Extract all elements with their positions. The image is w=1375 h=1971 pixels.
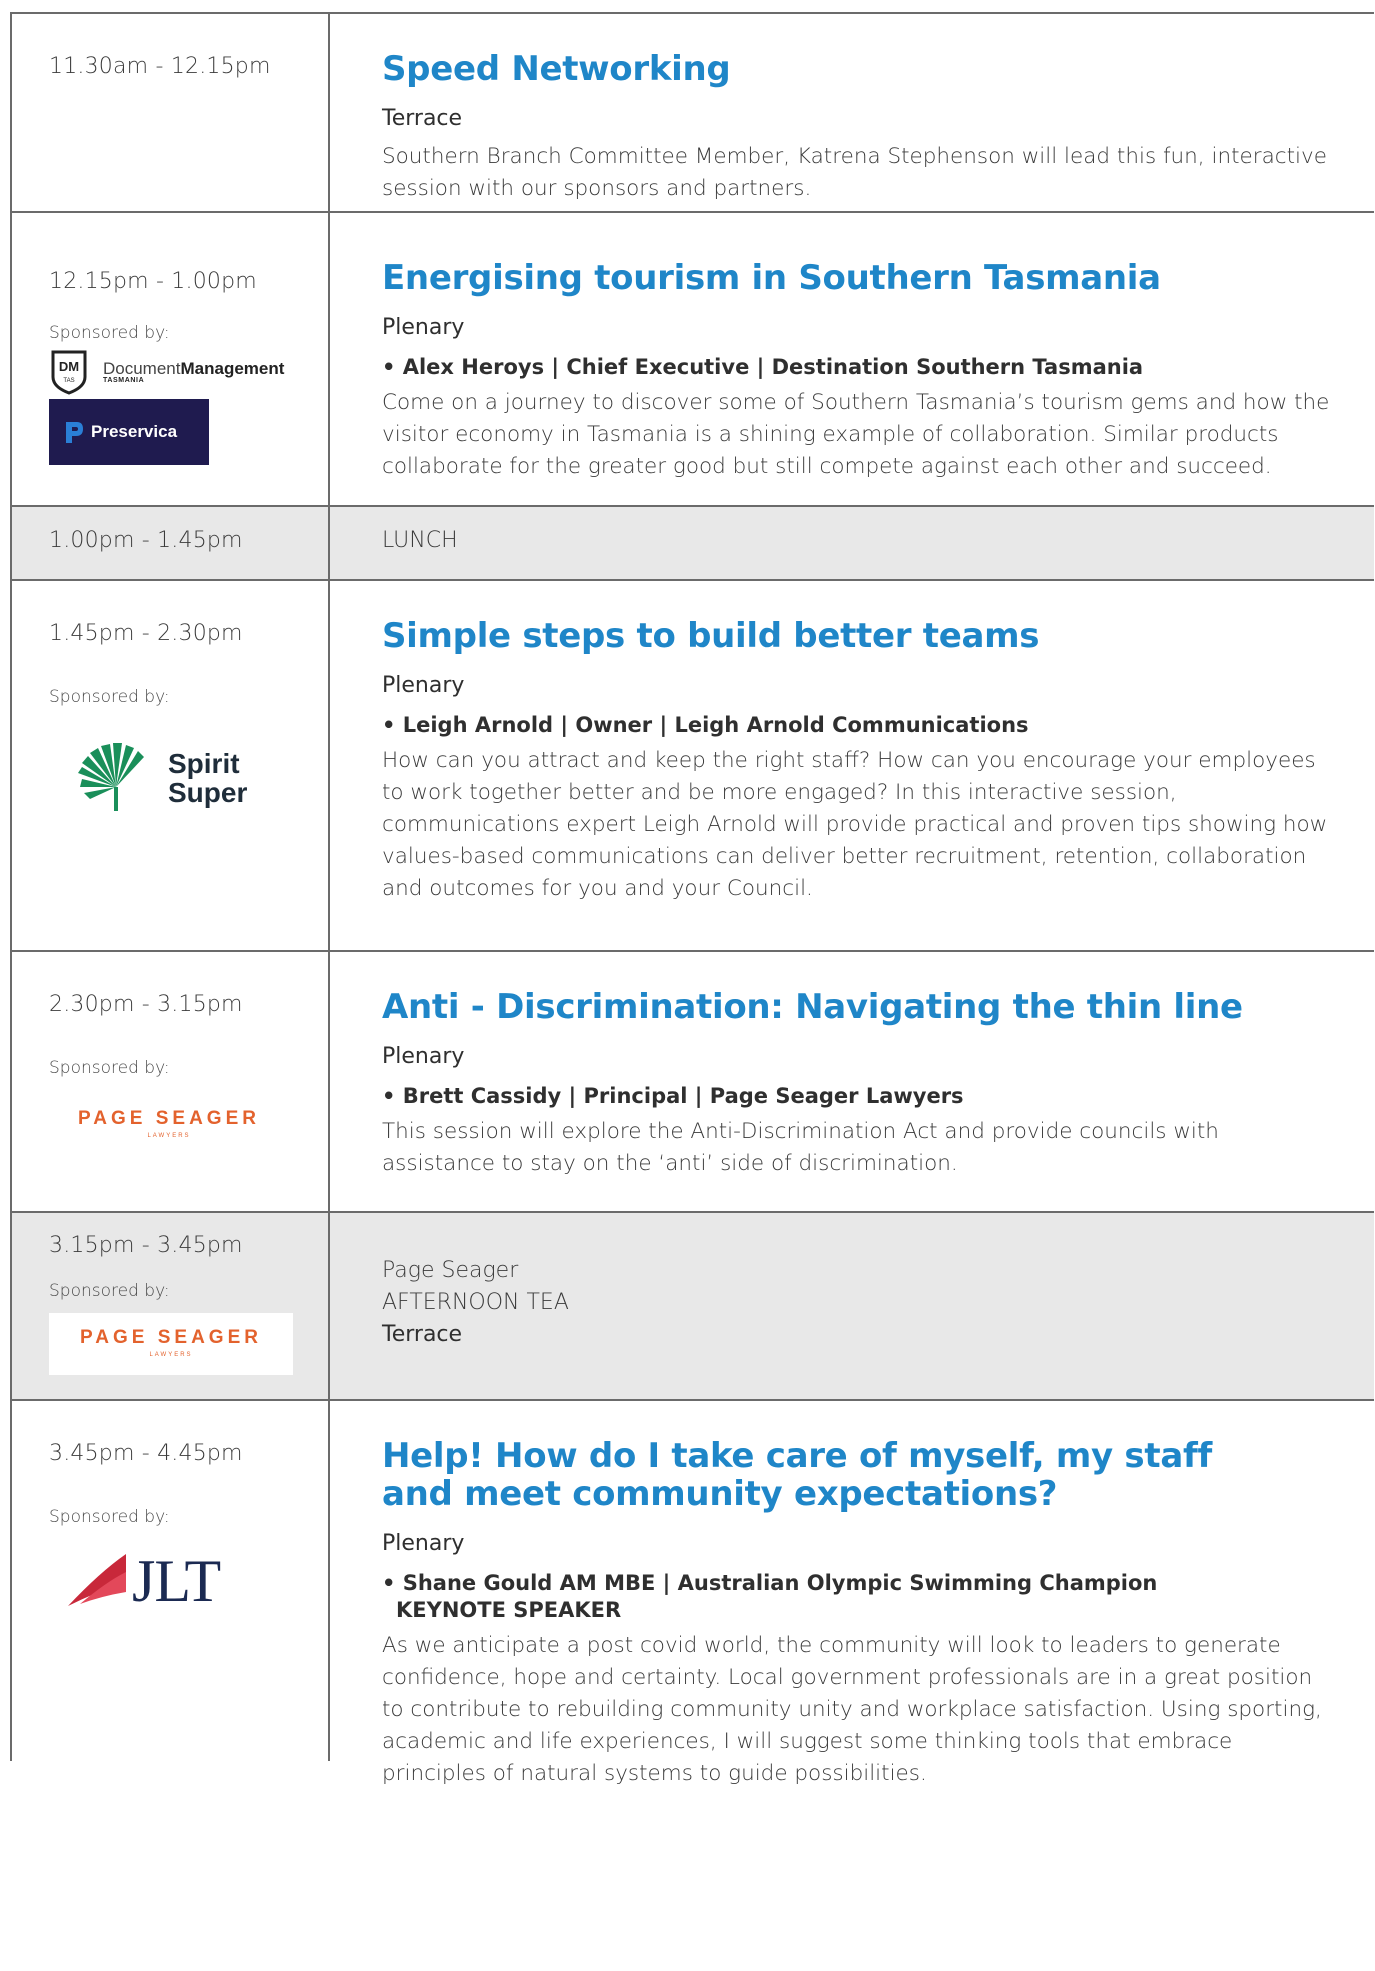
session-time: 3.45pm - 4.45pm [49,1441,243,1466]
page-seager-logo: PAGE SEAGER LAWYERS [78,1108,260,1139]
sponsored-by-label: Sponsored by: [49,1507,170,1527]
time-column: 11.30am - 12.15pm [12,14,330,211]
session-venue: Plenary [382,1044,465,1069]
sponsored-by-label: Sponsored by: [49,687,170,707]
session-title: Anti - Discrimination: Navigating the th… [382,987,1243,1027]
session-description: Come on a journey to discover some of So… [382,390,1330,479]
session-row: 11.30am - 12.15pm Speed Networking Terra… [10,14,1374,213]
break-row: 1.00pm - 1.45pm LUNCH [10,507,1374,581]
break-content: LUNCH [382,507,1374,553]
session-content: Simple steps to build better teams Plena… [382,581,1374,905]
session-venue: Terrace [382,106,463,131]
session-description: This session will explore the Anti-Discr… [382,1119,1219,1176]
session-venue: Plenary [382,1531,465,1556]
time-column: 2.30pm - 3.15pm Sponsored by: [12,952,330,1211]
time-column: 1.00pm - 1.45pm [12,507,330,579]
break-venue: Terrace [382,1322,463,1347]
session-row: 12.15pm - 1.00pm Sponsored by: DM TAS Do… [10,213,1374,507]
spirit-super-logo: Spirit Super [76,743,247,813]
spirit-super-wordmark: Spirit Super [168,748,248,808]
session-time: 12.15pm - 1.00pm [49,269,257,294]
session-time: 11.30am - 12.15pm [49,54,271,79]
session-title: Help! How do I take care of myself, my s… [382,1436,1212,1514]
session-description: Southern Branch Committee Member, Katren… [382,144,1327,201]
sponsored-by-label: Sponsored by: [49,1058,170,1078]
session-venue: Plenary [382,315,465,340]
svg-text:TAS: TAS [63,378,74,384]
svg-text:DM: DM [59,359,79,374]
session-time: 1.00pm - 1.45pm [49,528,243,553]
session-speaker: • Shane Gould AM MBE | Australian Olympi… [382,1571,1158,1595]
dm-logo-wordmark: DocumentManagement TASMANIA [103,358,285,384]
dm-shield-icon: DM TAS [49,349,89,395]
session-speaker: • Leigh Arnold | Owner | Leigh Arnold Co… [382,713,1029,737]
break-label: AFTERNOON TEA [382,1290,569,1315]
spirit-fan-icon [78,743,144,811]
session-time: 3.15pm - 3.45pm [49,1233,243,1258]
session-title: Simple steps to build better teams [382,616,1040,656]
keynote-label: KEYNOTE SPEAKER [396,1598,622,1622]
session-speaker: • Alex Heroys | Chief Executive | Destin… [382,355,1144,379]
program-table: 11.30am - 12.15pm Speed Networking Terra… [10,12,1374,1786]
session-content: Speed Networking Terrace Southern Branch… [382,14,1374,205]
session-row: 3.45pm - 4.45pm Sponsored by: JLT Help! … [10,1401,1374,1786]
preservica-icon [66,422,83,443]
break-row: 3.15pm - 3.45pm Sponsored by: PAGE SEAGE… [10,1213,1374,1401]
session-title: Speed Networking [382,49,731,89]
session-title: Energising tourism in Southern Tasmania [382,258,1161,298]
jlt-sail-icon [68,1554,126,1606]
break-content: Page Seager AFTERNOON TEA Terrace [382,1213,1374,1351]
sponsored-by-label: Sponsored by: [49,323,170,343]
session-row: 2.30pm - 3.15pm Sponsored by: PAGE SEAGE… [10,952,1374,1213]
break-sponsor-name: Page Seager [382,1258,519,1283]
break-label: LUNCH [382,528,458,553]
session-content: Help! How do I take care of myself, my s… [382,1401,1374,1790]
session-time: 1.45pm - 2.30pm [49,621,243,646]
session-content: Anti - Discrimination: Navigating the th… [382,952,1374,1180]
preservica-logo: Preservica [49,399,209,465]
sponsored-by-label: Sponsored by: [49,1281,170,1301]
session-speaker: • Brett Cassidy | Principal | Page Seage… [382,1084,964,1108]
session-description: How can you attract and keep the right s… [382,748,1328,901]
session-venue: Plenary [382,673,465,698]
jlt-logo: JLT [66,1551,221,1611]
session-row: 1.45pm - 2.30pm Sponsored by: Spirit Sup… [10,581,1374,952]
page-seager-logo: PAGE SEAGER LAWYERS [49,1313,293,1375]
session-time: 2.30pm - 3.15pm [49,992,243,1017]
document-management-logo: DM TAS DocumentManagement TASMANIA [49,347,289,395]
session-content: Energising tourism in Southern Tasmania … [382,213,1374,483]
session-description: As we anticipate a post covid world, the… [382,1633,1322,1786]
